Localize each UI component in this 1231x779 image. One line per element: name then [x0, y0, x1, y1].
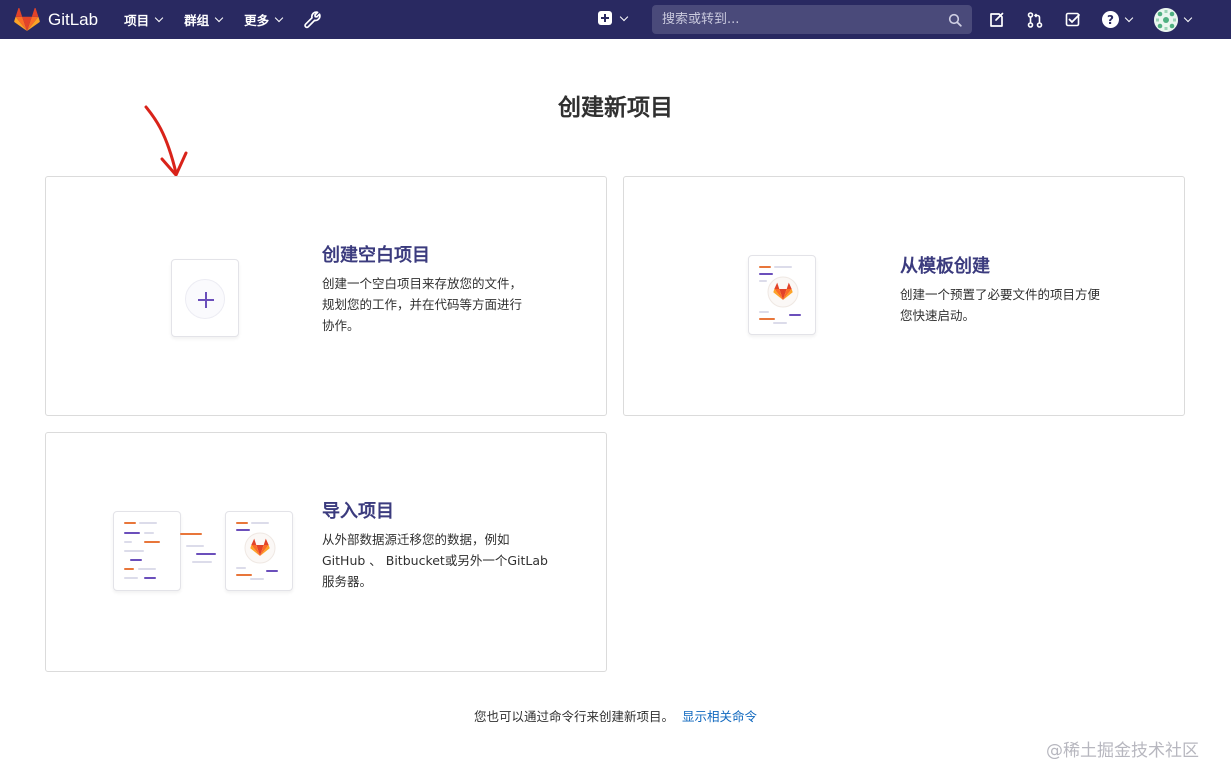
import-target-illustration [225, 511, 293, 591]
import-desc-line: 服务器。 [322, 574, 373, 589]
template-desc-line: 创建一个预置了必要文件的项目方便 [900, 287, 1101, 302]
new-item-dropdown[interactable] [598, 11, 629, 25]
nav-projects-label: 项目 [124, 13, 150, 28]
create-from-template-card[interactable]: 从模板创建 创建一个预置了必要文件的项目方便 您快速启动。 [623, 176, 1185, 416]
chevron-down-icon [1124, 13, 1134, 23]
user-menu-dropdown[interactable] [1154, 7, 1193, 32]
nav-projects-dropdown[interactable]: 项目 [124, 10, 164, 29]
template-illustration [748, 255, 816, 335]
top-navbar: GitLab 项目 群组 更多 搜索或转到... ? [0, 0, 1231, 39]
import-connector [180, 533, 202, 535]
merge-requests-icon[interactable] [1026, 11, 1044, 29]
avatar [1154, 7, 1178, 32]
nav-right-tools: ? [988, 0, 1193, 39]
nav-more-label: 更多 [244, 13, 270, 28]
search-box[interactable] [652, 5, 972, 34]
show-command-link[interactable]: 显示相关命令 [682, 709, 757, 724]
blank-desc-line: 规划您的工作，并在代码等方面进行 [322, 297, 523, 312]
import-connector [192, 561, 212, 563]
todo-checkbox-icon[interactable] [1064, 11, 1082, 29]
blank-project-description: 创建一个空白项目来存放您的文件， 规划您的工作，并在代码等方面进行 协作。 [322, 273, 554, 336]
chevron-down-icon [154, 13, 164, 23]
annotation-arrow-icon [144, 105, 188, 177]
search-icon [948, 13, 962, 27]
brand-name: GitLab [48, 9, 99, 29]
issues-icon[interactable] [988, 11, 1006, 29]
import-connector [196, 553, 216, 555]
import-desc-line: GitHub 、 Bitbucket或另外一个GitLab [322, 553, 548, 568]
cli-hint-text: 您也可以通过命令行来创建新项目。 [473, 709, 674, 724]
gitlab-tanuki-icon [244, 532, 276, 564]
blank-project-illustration [171, 259, 239, 337]
import-desc-line: 从外部数据源迁移您的数据，例如 [322, 532, 510, 547]
nav-more-dropdown[interactable]: 更多 [244, 10, 284, 29]
help-dropdown[interactable]: ? [1102, 11, 1134, 28]
create-blank-project-card[interactable]: 创建空白项目 创建一个空白项目来存放您的文件， 规划您的工作，并在代码等方面进行… [45, 176, 607, 416]
template-title: 从模板创建 [900, 256, 990, 277]
nav-menu: 项目 群组 更多 [124, 10, 322, 29]
template-description: 创建一个预置了必要文件的项目方便 您快速启动。 [900, 284, 1132, 326]
import-source-illustration [113, 511, 181, 591]
nav-groups-dropdown[interactable]: 群组 [184, 10, 224, 29]
nav-groups-label: 群组 [184, 13, 210, 28]
blank-project-title: 创建空白项目 [322, 245, 430, 266]
gitlab-tanuki-icon [767, 276, 799, 308]
import-connector [186, 545, 204, 547]
blank-desc-line: 创建一个空白项目来存放您的文件， [322, 276, 523, 291]
wrench-admin-icon[interactable] [304, 10, 322, 29]
import-project-title: 导入项目 [322, 501, 394, 522]
brand-home-link[interactable]: GitLab [14, 7, 99, 32]
chevron-down-icon [1183, 13, 1193, 23]
template-desc-line: 您快速启动。 [900, 308, 976, 323]
chevron-down-icon [619, 12, 629, 21]
watermark: @稀土掘金技术社区 [1046, 741, 1199, 761]
import-project-description: 从外部数据源迁移您的数据，例如 GitHub 、 Bitbucket或另外一个G… [322, 529, 572, 592]
import-project-card[interactable]: 导入项目 从外部数据源迁移您的数据，例如 GitHub 、 Bitbucket或… [45, 432, 607, 672]
plus-square-icon [598, 11, 612, 25]
chevron-down-icon [214, 13, 224, 23]
gitlab-logo-icon [14, 7, 40, 31]
cli-hint: 您也可以通过命令行来创建新项目。 显示相关命令 [0, 706, 1231, 725]
search-input[interactable] [662, 12, 948, 27]
blank-desc-line: 协作。 [322, 318, 360, 333]
chevron-down-icon [274, 13, 284, 23]
plus-circle-icon [185, 279, 225, 319]
help-icon: ? [1102, 11, 1119, 28]
